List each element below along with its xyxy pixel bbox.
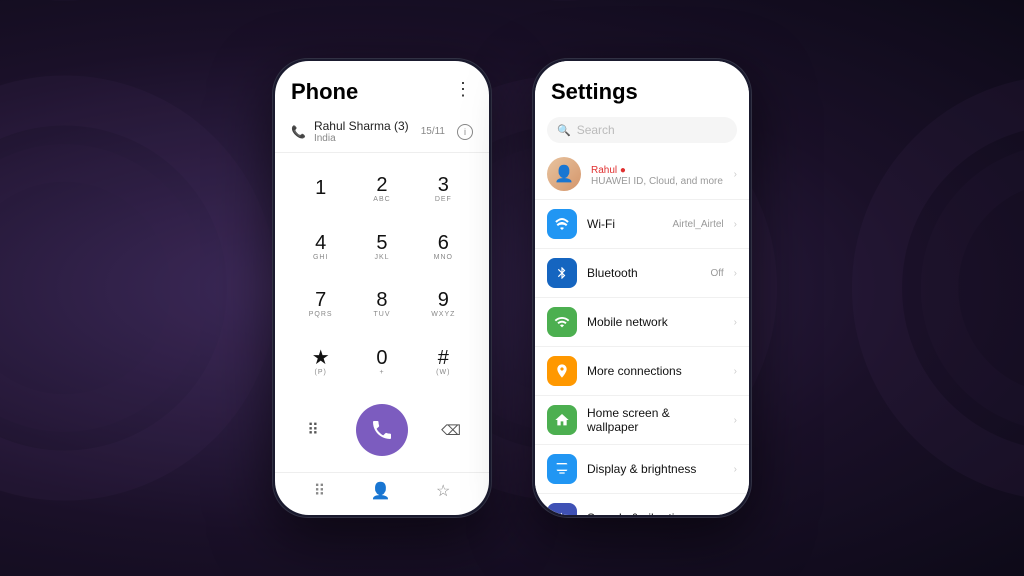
settings-header: Settings [535,61,749,111]
search-placeholder: Search [577,123,615,137]
mobile-content: Mobile network [587,315,724,329]
wifi-chevron-icon: › [734,219,737,230]
contact-country: India [314,133,413,144]
dial-key-3[interactable]: 3 DEF [414,161,473,217]
profile-sub: HUAWEI ID, Cloud, and more [591,176,724,187]
profile-name: Rahul ● [591,161,724,176]
settings-item-mobile[interactable]: Mobile network › [535,298,749,347]
call-button[interactable] [356,404,408,456]
sound-content: Sounds & vibration [587,511,724,515]
mobile-label: Mobile network [587,315,724,329]
dial-key-0[interactable]: 0 + [352,334,411,390]
display-chevron-icon: › [734,464,737,475]
homescreen-content: Home screen & wallpaper [587,406,724,434]
bluetooth-content: Bluetooth [587,266,701,280]
dial-key-6[interactable]: 6 MNO [414,219,473,275]
dialer-nav: ⠿ 👤 ☆ [275,472,489,515]
wifi-content: Wi-Fi [587,217,663,231]
sound-icon [547,503,577,515]
settings-item-connections[interactable]: More connections › [535,347,749,396]
contact-phone-icon: 📞 [291,125,306,139]
contact-bar: 📞 Rahul Sharma (3) India 15/11 i [275,111,489,153]
settings-screen: Settings 🔍 Search 👤 Rahul ● HUAW [535,61,749,515]
dial-key-8[interactable]: 8 TUV [352,277,411,333]
dial-key-5[interactable]: 5 JKL [352,219,411,275]
sound-chevron-icon: › [734,513,737,516]
display-content: Display & brightness [587,462,724,476]
bluetooth-value: Off [711,268,724,279]
profile-avatar: 👤 [547,157,581,191]
mobile-chevron-icon: › [734,317,737,328]
settings-list: 👤 Rahul ● HUAWEI ID, Cloud, and more › [535,149,749,515]
phone-settings: Settings 🔍 Search 👤 Rahul ● HUAW [532,58,752,518]
homescreen-label: Home screen & wallpaper [587,406,724,434]
contact-info-button[interactable]: i [457,124,473,140]
contact-info: Rahul Sharma (3) India [314,119,413,144]
homescreen-chevron-icon: › [734,415,737,426]
display-icon [547,454,577,484]
bluetooth-icon [547,258,577,288]
dial-key-4[interactable]: 4 GHI [291,219,350,275]
dialer-screen: Phone ⋮ 📞 Rahul Sharma (3) India 15/11 i… [275,61,489,515]
dial-key-7[interactable]: 7 PQRS [291,277,350,333]
dial-key-2[interactable]: 2 ABC [352,161,411,217]
bluetooth-label: Bluetooth [587,266,701,280]
connections-content: More connections [587,364,724,378]
mobile-network-icon [547,307,577,337]
phones-container: Phone ⋮ 📞 Rahul Sharma (3) India 15/11 i… [272,58,752,518]
menu-dots-icon[interactable]: ⋮ [454,79,473,100]
sound-label: Sounds & vibration [587,511,724,515]
search-icon: 🔍 [557,124,571,137]
profile-chevron-icon: › [734,169,737,180]
wifi-label: Wi-Fi [587,217,663,231]
dial-key-1[interactable]: 1 [291,161,350,217]
delete-icon[interactable]: ⌫ [433,412,469,448]
nav-dialpad-icon[interactable]: ⠿ [314,481,326,501]
search-bar[interactable]: 🔍 Search [547,117,737,143]
dial-key-9[interactable]: 9 WXYZ [414,277,473,333]
contact-count: 15/11 [421,126,445,137]
nav-contacts-icon[interactable]: 👤 [371,481,391,501]
dial-key-star[interactable]: ★ (P) [291,334,350,390]
wifi-value: Airtel_Airtel [673,219,724,230]
settings-item-wifi[interactable]: Wi-Fi Airtel_Airtel › [535,200,749,249]
profile-info: Rahul ● HUAWEI ID, Cloud, and more [591,161,724,187]
dialpad-grid-icon[interactable]: ⠿ [295,412,331,448]
contact-name: Rahul Sharma (3) [314,119,413,133]
profile-item[interactable]: 👤 Rahul ● HUAWEI ID, Cloud, and more › [535,149,749,200]
phone-dialer: Phone ⋮ 📞 Rahul Sharma (3) India 15/11 i… [272,58,492,518]
wifi-icon [547,209,577,239]
settings-item-display[interactable]: Display & brightness › [535,445,749,494]
settings-title: Settings [551,79,638,104]
settings-item-bluetooth[interactable]: Bluetooth Off › [535,249,749,298]
dial-key-hash[interactable]: # (W) [414,334,473,390]
connections-chevron-icon: › [734,366,737,377]
homescreen-icon [547,405,577,435]
connections-label: More connections [587,364,724,378]
dialer-actions: ⠿ ⌫ [275,398,489,472]
settings-item-sound[interactable]: Sounds & vibration › [535,494,749,515]
dialer-header: Phone ⋮ [275,61,489,111]
dialpad: 1 2 ABC 3 DEF 4 GHI [275,153,489,398]
display-label: Display & brightness [587,462,724,476]
nav-favorites-icon[interactable]: ☆ [436,481,450,501]
dialer-title: Phone [291,79,358,105]
bluetooth-chevron-icon: › [734,268,737,279]
settings-item-homescreen[interactable]: Home screen & wallpaper › [535,396,749,445]
connections-icon [547,356,577,386]
